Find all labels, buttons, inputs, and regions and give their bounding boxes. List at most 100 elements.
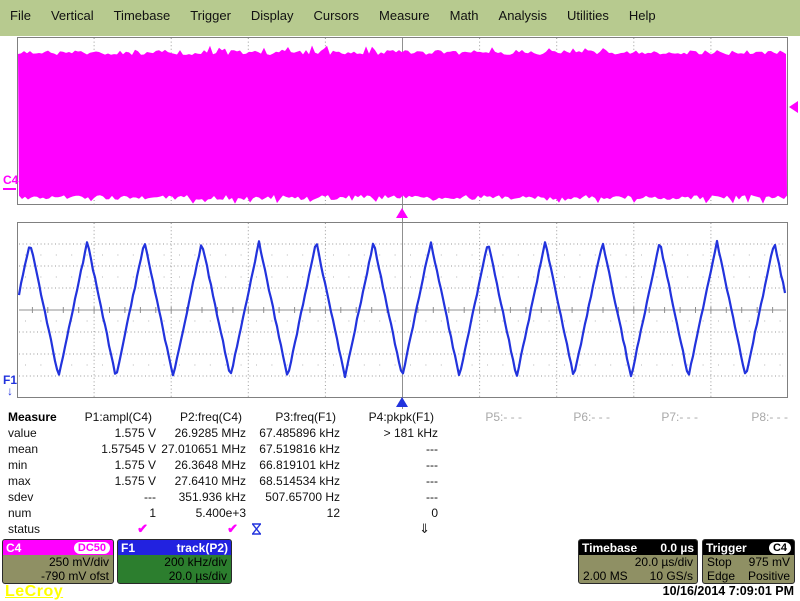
measure-col-header-p3[interactable]: P3:freq(F1) <box>250 409 344 425</box>
f1-horizontal-reference-marker[interactable] <box>396 397 408 407</box>
measure-cell-p1-value: 1.575 V <box>58 425 160 441</box>
status-falling-icon: ⇓ <box>419 521 430 536</box>
measure-col-header-p7[interactable]: P7:- - - <box>618 409 706 425</box>
measure-row-label-min: min <box>2 457 58 473</box>
measure-status-p6 <box>530 521 618 537</box>
measure-cell-p5-min <box>442 457 530 473</box>
c4-waveform-band <box>18 46 787 204</box>
measure-cell-p7-mean <box>618 441 706 457</box>
measure-cell-p4-mean: --- <box>344 441 442 457</box>
measure-cell-p8-mean <box>706 441 796 457</box>
measure-cell-p8-min <box>706 457 796 473</box>
measure-cell-p5-num <box>442 505 530 521</box>
measure-col-header-p8[interactable]: P8:- - - <box>706 409 796 425</box>
timebase-offset: 0.0 µs <box>660 541 694 555</box>
f1-function: track(P2) <box>177 541 228 555</box>
c4-ground-level-marker[interactable] <box>3 188 16 190</box>
measure-cell-p8-max <box>706 473 796 489</box>
menu-item-cursors[interactable]: Cursors <box>304 8 370 23</box>
measure-status-p3 <box>250 521 344 537</box>
measure-cell-p3-num: 12 <box>250 505 344 521</box>
measure-row-label-status: status <box>2 521 58 537</box>
measure-cell-p8-sdev <box>706 489 796 505</box>
trigger-source-badge: C4 <box>769 542 791 554</box>
measure-cell-p2-num: 5.400e+3 <box>160 505 250 521</box>
trigger-time-marker[interactable] <box>396 208 408 218</box>
measure-cell-p7-min <box>618 457 706 473</box>
measure-cell-p4-min: --- <box>344 457 442 473</box>
f1-trace-plot <box>17 222 788 398</box>
grid-f1 <box>17 222 788 398</box>
menu-item-timebase[interactable]: Timebase <box>104 8 181 23</box>
c4-descriptor-box[interactable]: C4 DC50 250 mV/div -790 mV ofst <box>2 539 114 584</box>
measure-col-header-p6[interactable]: P6:- - - <box>530 409 618 425</box>
measure-status-p2: ✔ <box>160 521 250 537</box>
grid-c4 <box>17 37 788 205</box>
trigger-level: 975 mV <box>749 555 790 569</box>
measure-status-p7 <box>618 521 706 537</box>
menu-item-file[interactable]: File <box>0 8 41 23</box>
measure-cell-p8-num <box>706 505 796 521</box>
menu-item-help[interactable]: Help <box>619 8 666 23</box>
c4-trace-label[interactable]: C4 <box>3 173 18 187</box>
menu-item-trigger[interactable]: Trigger <box>180 8 241 23</box>
status-unstable-icon <box>250 523 263 535</box>
measure-cell-p2-mean: 27.010651 MHz <box>160 441 250 457</box>
measure-table: MeasureP1:ampl(C4)P2:freq(C4)P3:freq(F1)… <box>2 409 796 537</box>
menu-item-utilities[interactable]: Utilities <box>557 8 619 23</box>
measure-col-header-p4[interactable]: P4:pkpk(F1) <box>344 409 442 425</box>
measure-cell-p3-value: 67.485896 kHz <box>250 425 344 441</box>
f1-descriptor-box[interactable]: F1 track(P2) 200 kHz/div 20.0 µs/div <box>117 539 232 584</box>
measure-cell-p4-sdev: --- <box>344 489 442 505</box>
measure-cell-p4-max: --- <box>344 473 442 489</box>
measure-cell-p2-max: 27.6410 MHz <box>160 473 250 489</box>
measure-cell-p1-mean: 1.57545 V <box>58 441 160 457</box>
measure-col-header-p2[interactable]: P2:freq(C4) <box>160 409 250 425</box>
measure-cell-p3-min: 66.819101 kHz <box>250 457 344 473</box>
measure-cell-p1-max: 1.575 V <box>58 473 160 489</box>
menu-item-vertical[interactable]: Vertical <box>41 8 104 23</box>
measure-status-p5 <box>442 521 530 537</box>
trigger-descriptor-box[interactable]: Trigger C4 Stop 975 mV Edge Positive <box>702 539 795 584</box>
f1-trace-label[interactable]: F1 ↓ <box>3 375 17 397</box>
timebase-descriptor-box[interactable]: Timebase 0.0 µs 20.0 µs/div 2.00 MS 10 G… <box>578 539 698 584</box>
measure-cell-p2-sdev: 351.936 kHz <box>160 489 250 505</box>
trigger-mode: Stop <box>707 555 732 569</box>
measure-row-label-max: max <box>2 473 58 489</box>
measure-cell-p1-sdev: --- <box>58 489 160 505</box>
measure-cell-p2-min: 26.3648 MHz <box>160 457 250 473</box>
menu-item-math[interactable]: Math <box>440 8 489 23</box>
measure-cell-p6-num <box>530 505 618 521</box>
measure-cell-p8-value <box>706 425 796 441</box>
timebase-box-title: Timebase <box>582 541 637 555</box>
measure-cell-p7-max <box>618 473 706 489</box>
trigger-box-title: Trigger <box>706 541 747 555</box>
menu-item-analysis[interactable]: Analysis <box>489 8 557 23</box>
c4-vdiv: 250 mV/div <box>49 555 109 569</box>
measure-status-p4: ⇓ <box>344 521 442 537</box>
measure-cell-p7-sdev <box>618 489 706 505</box>
measure-row-label-sdev: sdev <box>2 489 58 505</box>
measure-cell-p4-value: > 181 kHz <box>344 425 442 441</box>
measure-cell-p6-sdev <box>530 489 618 505</box>
c4-trace-plot <box>17 37 788 205</box>
measure-col-header-p5[interactable]: P5:- - - <box>442 409 530 425</box>
c4-trigger-level-marker[interactable] <box>789 101 798 113</box>
measure-cell-p7-value <box>618 425 706 441</box>
measure-table-panel: MeasureP1:ampl(C4)P2:freq(C4)P3:freq(F1)… <box>2 409 796 537</box>
trigger-slope: Positive <box>748 569 790 583</box>
measure-cell-p1-min: 1.575 V <box>58 457 160 473</box>
c4-box-title: C4 <box>6 541 21 555</box>
measure-cell-p5-mean <box>442 441 530 457</box>
timebase-rate: 10 GS/s <box>650 569 693 583</box>
measure-cell-p6-mean <box>530 441 618 457</box>
measure-cell-p2-value: 26.9285 MHz <box>160 425 250 441</box>
measure-status-p1: ✔ <box>58 521 160 537</box>
measure-cell-p3-mean: 67.519816 kHz <box>250 441 344 457</box>
menu-item-measure[interactable]: Measure <box>369 8 440 23</box>
measure-panel-title: Measure <box>2 409 58 425</box>
measure-cell-p4-num: 0 <box>344 505 442 521</box>
measure-col-header-p1[interactable]: P1:ampl(C4) <box>58 409 160 425</box>
menu-item-display[interactable]: Display <box>241 8 304 23</box>
f1-box-title: F1 <box>121 541 135 555</box>
